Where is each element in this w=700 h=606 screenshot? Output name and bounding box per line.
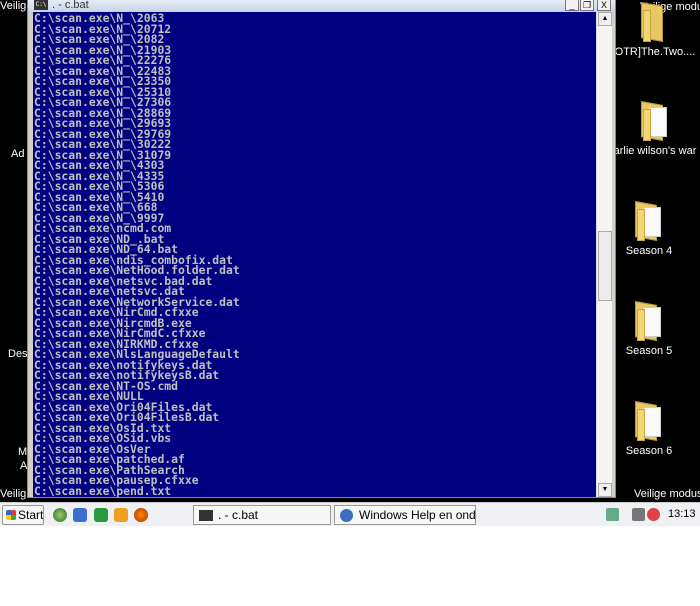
safely-remove-hardware-icon[interactable] — [606, 508, 619, 521]
console-window: C:\ . - c.bat _ ❐ X C:\scan.exe\N_\2063 C… — [27, 0, 616, 498]
folder-icon — [641, 2, 669, 42]
folder-icon — [635, 201, 663, 241]
help-icon — [340, 509, 353, 522]
desktop-icon-season-5[interactable]: Season 5 — [604, 301, 694, 357]
folder-icon — [635, 301, 663, 341]
desktop-icon-label: Season 4 — [625, 245, 673, 257]
desktop-label-safe-mode: Veilige modus — [634, 488, 700, 500]
scroll-down-button[interactable]: ▼ — [598, 483, 612, 497]
start-label: Start — [18, 508, 44, 522]
desktop-icon-otr-folder[interactable]: OTR]The.Two.... — [610, 2, 700, 58]
console-icon: C:\ — [34, 0, 48, 10]
desktop-icon-season-4[interactable]: Season 4 — [604, 201, 694, 257]
task-button-c-bat[interactable]: . - c.bat — [193, 505, 331, 525]
scroll-thumb[interactable] — [598, 231, 612, 301]
desktop-label[interactable]: Veilig — [0, 488, 26, 500]
network-disconnected-icon[interactable] — [632, 508, 645, 521]
console-output[interactable]: C:\scan.exe\N_\2063 C:\scan.exe\N_\20712 C… — [33, 12, 596, 497]
window-title: . - c.bat — [52, 0, 89, 11]
desktop-icon-label: OTR]The.Two.... — [614, 46, 696, 58]
quicklaunch-switch-icon[interactable] — [94, 508, 108, 522]
desktop-icon-label: arlie wilson's war — [613, 145, 697, 157]
volume-muted-icon[interactable] — [647, 508, 660, 521]
media-player-icon[interactable] — [114, 508, 128, 522]
task-label: . - c.bat — [218, 508, 259, 522]
folder-icon — [635, 401, 663, 441]
system-tray: 13:13 — [604, 503, 700, 527]
desktop-label[interactable]: Veilig — [0, 0, 26, 12]
minimize-button[interactable]: _ — [565, 0, 579, 11]
console-icon — [199, 510, 213, 521]
desktop-icon-season-6[interactable]: Season 6 — [604, 401, 694, 457]
desktop-icon-label: Season 6 — [625, 445, 673, 457]
show-desktop-icon[interactable] — [73, 508, 87, 522]
console-line: C:\scan.exe\pend.txt — [34, 483, 172, 497]
desktop-label[interactable]: Ad — [11, 148, 24, 160]
windows-logo-icon — [6, 510, 16, 520]
desktop-icon-label: Season 5 — [625, 345, 673, 357]
taskbar: Start . - c.bat Windows Help en onde... … — [0, 502, 700, 526]
task-button-windows-help[interactable]: Windows Help en onde... — [334, 505, 476, 525]
firefox-icon[interactable] — [134, 508, 148, 522]
desktop-label[interactable]: M — [18, 446, 27, 458]
clock[interactable]: 13:13 — [668, 508, 696, 520]
vertical-scrollbar[interactable]: ▲ ▼ — [596, 12, 612, 497]
quicklaunch-browser-icon[interactable] — [53, 508, 67, 522]
scroll-up-button[interactable]: ▲ — [598, 12, 612, 26]
title-bar[interactable]: C:\ . - c.bat _ ❐ X — [28, 0, 615, 11]
desktop-label[interactable]: Des — [8, 348, 28, 360]
task-label: Windows Help en onde... — [359, 508, 476, 522]
start-button[interactable]: Start — [2, 505, 44, 525]
desktop-icon-charlie-wilsons-war[interactable]: arlie wilson's war — [610, 101, 700, 157]
close-button[interactable]: X — [597, 0, 611, 11]
folder-icon — [641, 101, 669, 141]
restore-button[interactable]: ❐ — [580, 0, 594, 11]
